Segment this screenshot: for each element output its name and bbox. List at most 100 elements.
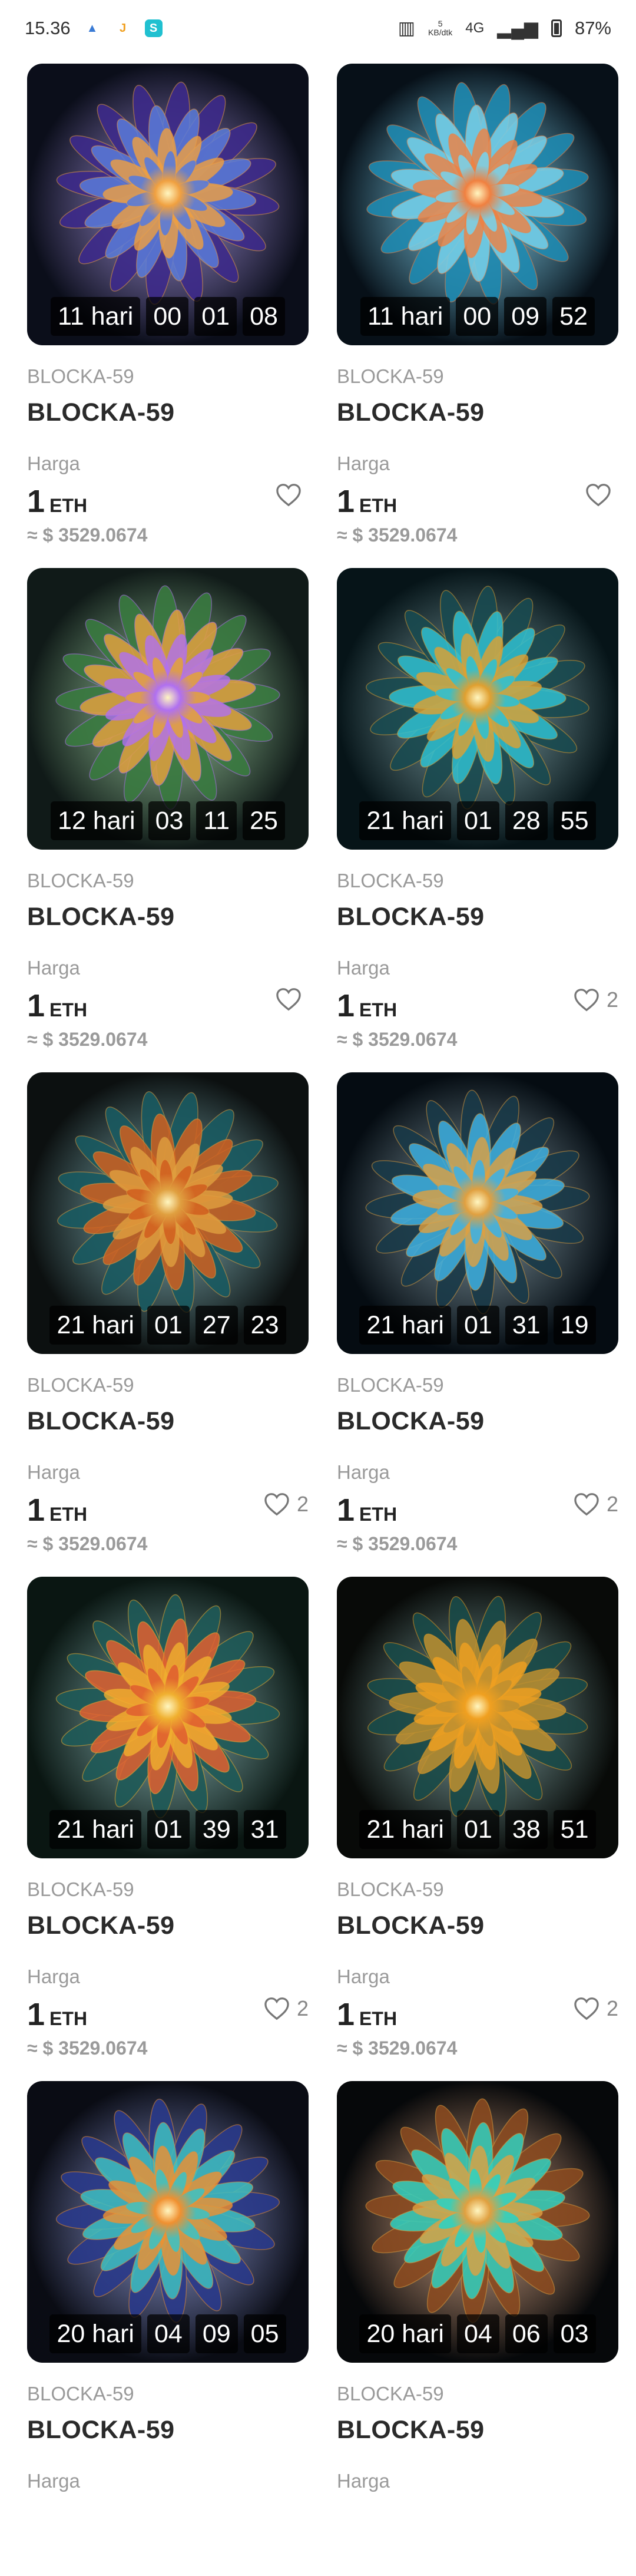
timer-days: 21 hari [359,1306,451,1345]
price-value: 1 ETH [337,988,397,1024]
nft-artwork[interactable]: 21 hari 01 27 23 [27,1072,309,1354]
countdown-timer: 21 hari 01 38 51 [337,1810,618,1849]
timer-hours: 04 [147,2314,190,2353]
nft-title[interactable]: BLOCKA-59 [27,1911,175,1940]
price-amount: 1 [27,988,45,1023]
like-count: 2 [606,1492,618,1516]
nft-card[interactable]: 21 hari 01 31 19 BLOCKA-59 BLOCKA-59 Har… [337,1072,618,1567]
like-button[interactable] [276,988,309,1011]
price-amount: 1 [337,1492,355,1528]
price-label: Harga [337,453,390,474]
price-label: Harga [27,957,80,979]
vibrate-icon: ▥ [398,18,416,38]
usd-value: ≈ $ 3529.0674 [27,1533,148,1554]
heart-icon [574,989,599,1012]
timer-minutes: 38 [505,1810,548,1849]
nft-card[interactable]: 21 hari 01 27 23 BLOCKA-59 BLOCKA-59 Har… [27,1072,309,1567]
countdown-timer: 12 hari 03 11 25 [27,801,309,840]
network-type: 4G [465,20,485,36]
nft-artwork[interactable]: 20 hari 04 06 03 [337,2081,618,2363]
like-button[interactable]: 2 [574,1492,618,1517]
price-currency: ETH [359,1504,398,1525]
like-button[interactable] [585,483,618,507]
price-amount: 1 [337,1997,355,2032]
nft-card[interactable]: 21 hari 01 39 31 BLOCKA-59 BLOCKA-59 Har… [27,1577,309,2072]
nft-title[interactable]: BLOCKA-59 [27,903,175,932]
like-count: 2 [296,1996,309,2020]
collection-name: BLOCKA-59 [27,870,134,891]
timer-days: 11 hari [51,297,141,336]
timer-minutes: 09 [195,2314,238,2353]
nft-title[interactable]: BLOCKA-59 [27,398,175,427]
nft-artwork[interactable]: 12 hari 03 11 25 [27,568,309,850]
countdown-timer: 20 hari 04 09 05 [27,2314,309,2353]
timer-hours: 00 [456,297,499,336]
nft-title[interactable]: BLOCKA-59 [27,2416,175,2445]
timer-days: 21 hari [49,1306,141,1345]
nft-card[interactable]: 21 hari 01 38 51 BLOCKA-59 BLOCKA-59 Har… [337,1577,618,2072]
nft-card[interactable]: 11 hari 00 09 52 BLOCKA-59 BLOCKA-59 Har… [337,64,618,559]
nft-artwork[interactable]: 11 hari 00 09 52 [337,64,618,345]
countdown-timer: 21 hari 01 27 23 [27,1306,309,1345]
signal-icon: ▂▄▆ [497,18,538,38]
price-label: Harga [27,1966,80,1987]
price-label: Harga [27,453,80,474]
nft-artwork[interactable]: 21 hari 01 38 51 [337,1577,618,1858]
like-button[interactable] [276,483,309,507]
nft-title[interactable]: BLOCKA-59 [27,1407,175,1436]
nft-card[interactable]: 21 hari 01 28 55 BLOCKA-59 BLOCKA-59 Har… [337,568,618,1063]
app-notification-icon: ▲ [86,21,98,35]
price-label: Harga [337,1461,390,1483]
nft-card[interactable]: 11 hari 00 01 08 BLOCKA-59 BLOCKA-59 Har… [27,64,309,559]
battery-level: 87% [574,18,611,38]
timer-seconds: 31 [243,1810,286,1849]
nft-title[interactable]: BLOCKA-59 [337,1911,485,1940]
timer-days: 11 hari [360,297,450,336]
j-app-icon: J [120,21,127,35]
usd-value: ≈ $ 3529.0674 [337,524,458,546]
timer-days: 21 hari [359,1810,451,1849]
like-button[interactable]: 2 [574,988,618,1012]
net-speed: 5 KB/dtk [428,19,452,37]
countdown-timer: 21 hari 01 31 19 [337,1306,618,1345]
heart-icon [574,1493,599,1516]
nft-artwork[interactable]: 21 hari 01 31 19 [337,1072,618,1354]
countdown-timer: 11 hari 00 01 08 [27,297,309,336]
timer-hours: 01 [456,801,499,840]
collection-name: BLOCKA-59 [27,1878,134,1900]
countdown-timer: 21 hari 01 28 55 [337,801,618,840]
nft-card[interactable]: 20 hari 04 06 03 BLOCKA-59 BLOCKA-59 Har… [337,2081,618,2576]
price-amount: 1 [337,988,355,1023]
like-button[interactable]: 2 [264,1996,309,2021]
price-label: Harga [337,1966,390,1987]
nft-card[interactable]: 20 hari 04 09 05 BLOCKA-59 BLOCKA-59 Har… [27,2081,309,2576]
timer-hours: 03 [148,801,191,840]
like-count: 2 [296,1492,309,1516]
heart-icon [264,1997,289,2020]
price-value [27,2501,32,2537]
nft-artwork[interactable]: 20 hari 04 09 05 [27,2081,309,2363]
nft-card[interactable]: 12 hari 03 11 25 BLOCKA-59 BLOCKA-59 Har… [27,568,309,1063]
price-value: 1 ETH [337,1996,397,2033]
timer-days: 20 hari [49,2314,141,2353]
nft-title[interactable]: BLOCKA-59 [337,903,485,932]
price-label: Harga [27,1461,80,1483]
nft-artwork[interactable]: 21 hari 01 28 55 [337,568,618,850]
timer-seconds: 51 [553,1810,596,1849]
timer-hours: 01 [147,1306,190,1345]
nft-title[interactable]: BLOCKA-59 [337,2416,485,2445]
collection-name: BLOCKA-59 [337,1878,444,1900]
timer-minutes: 39 [195,1810,238,1849]
like-button[interactable]: 2 [574,1996,618,2021]
collection-name: BLOCKA-59 [337,870,444,891]
nft-artwork[interactable]: 21 hari 01 39 31 [27,1577,309,1858]
price-currency: ETH [49,1504,88,1525]
nft-artwork[interactable]: 11 hari 00 01 08 [27,64,309,345]
nft-title[interactable]: BLOCKA-59 [337,1407,485,1436]
like-button[interactable]: 2 [264,1492,309,1517]
timer-minutes: 09 [504,297,547,336]
timer-seconds: 03 [553,2314,596,2353]
price-value: 1 ETH [27,483,87,520]
nft-title[interactable]: BLOCKA-59 [337,398,485,427]
price-value [337,2501,342,2537]
